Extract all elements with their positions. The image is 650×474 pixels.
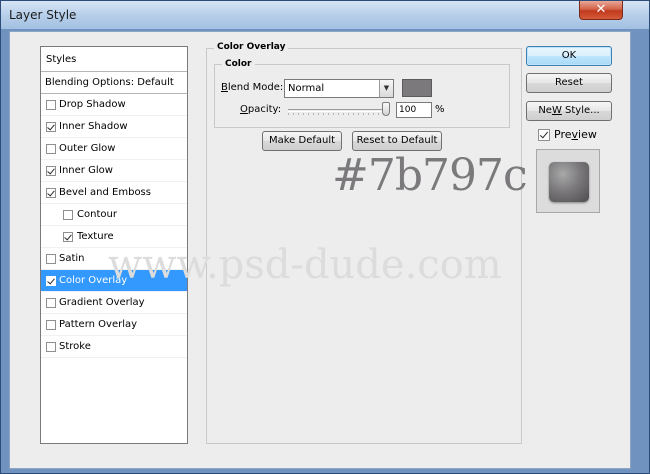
opacity-label: Opacity:: [240, 104, 281, 115]
blend-mode-select[interactable]: Normal ▼: [284, 79, 394, 98]
style-item-pattern-overlay[interactable]: Pattern Overlay: [41, 314, 187, 336]
opacity-slider-ticks: [288, 113, 390, 115]
new-style-accel: W: [551, 105, 562, 116]
style-item-label: Outer Glow: [59, 143, 116, 154]
blend-mode-label-rest: lend Mode:: [227, 82, 284, 93]
blend-mode-accel: B: [221, 82, 228, 93]
layer-style-window: Layer Style ✕ Styles Blending Options: D…: [0, 0, 650, 474]
opacity-slider-handle[interactable]: [382, 102, 390, 116]
style-checkbox[interactable]: [46, 122, 56, 132]
style-checkbox[interactable]: [46, 254, 56, 264]
opacity-label-rest: pacity:: [247, 104, 282, 115]
opacity-input[interactable]: 100: [396, 102, 432, 118]
style-item-label: Inner Glow: [59, 165, 113, 176]
preview-checkbox[interactable]: [538, 129, 550, 141]
style-item-outer-glow[interactable]: Outer Glow: [41, 138, 187, 160]
style-item-drop-shadow[interactable]: Drop Shadow: [41, 94, 187, 116]
new-style-button[interactable]: NeW Style...: [526, 101, 612, 121]
style-checkbox[interactable]: [63, 210, 73, 220]
preview-thumbnail: [549, 162, 589, 202]
style-items: Drop Shadow Inner Shadow Outer Glow Inner G…: [41, 94, 187, 358]
close-icon[interactable]: ✕: [579, 1, 623, 20]
style-item-label: Pattern Overlay: [59, 319, 138, 330]
style-item-gradient-overlay[interactable]: Gradient Overlay: [41, 292, 187, 314]
preview-label: Preview: [554, 128, 597, 141]
make-default-button[interactable]: Make Default: [262, 131, 342, 151]
hex-color-overlay-text: #7b797c: [332, 150, 528, 201]
style-checkbox[interactable]: [46, 100, 56, 110]
color-subgroup-title: Color: [222, 59, 255, 69]
reset-to-default-button[interactable]: Reset to Default: [352, 131, 442, 151]
style-item-label: Inner Shadow: [59, 121, 128, 132]
style-checkbox[interactable]: [46, 320, 56, 330]
style-item-label: Drop Shadow: [59, 99, 126, 110]
style-item-bevel-and-emboss[interactable]: Bevel and Emboss: [41, 182, 187, 204]
style-item-inner-shadow[interactable]: Inner Shadow: [41, 116, 187, 138]
style-checkbox[interactable]: [46, 298, 56, 308]
blend-mode-value: Normal: [288, 83, 325, 94]
opacity-accel: O: [240, 104, 248, 115]
style-checkbox[interactable]: [46, 166, 56, 176]
ok-button[interactable]: OK: [526, 46, 612, 66]
window-title: Layer Style: [9, 8, 77, 22]
style-item-label: Gradient Overlay: [59, 297, 145, 308]
reset-button[interactable]: Reset: [526, 73, 612, 93]
style-item-stroke[interactable]: Stroke: [41, 336, 187, 358]
title-bar[interactable]: Layer Style ✕: [1, 1, 649, 29]
color-overlay-group-title: Color Overlay: [214, 42, 289, 52]
preview-box: [536, 149, 600, 213]
new-style-suffix: Style...: [561, 105, 600, 116]
style-checkbox[interactable]: [46, 188, 56, 198]
color-swatch[interactable]: [402, 79, 432, 97]
style-item-label: Contour: [77, 209, 117, 220]
styles-header[interactable]: Styles: [41, 47, 187, 72]
opacity-unit: %: [435, 104, 445, 115]
style-item-label: Bevel and Emboss: [59, 187, 151, 198]
style-checkbox[interactable]: [63, 232, 73, 242]
style-item-inner-glow[interactable]: Inner Glow: [41, 160, 187, 182]
preview-label-suffix: iew: [578, 128, 597, 141]
preview-label-prefix: Pre: [554, 128, 572, 141]
chevron-down-icon[interactable]: ▼: [379, 80, 393, 97]
style-checkbox[interactable]: [46, 144, 56, 154]
style-item-label: Stroke: [59, 341, 91, 352]
new-style-prefix: Ne: [538, 105, 552, 116]
blend-mode-label: Blend Mode:: [221, 82, 283, 93]
blending-options-item[interactable]: Blending Options: Default: [41, 72, 187, 94]
dialog-client: Styles Blending Options: Default Drop Sh…: [9, 31, 631, 469]
style-item-contour[interactable]: Contour: [41, 204, 187, 226]
style-checkbox[interactable]: [46, 276, 56, 286]
opacity-slider-track[interactable]: [288, 109, 390, 112]
style-item-label: Satin: [59, 253, 85, 264]
style-checkbox[interactable]: [46, 342, 56, 352]
site-watermark: www.psd-dude.com: [108, 242, 502, 288]
